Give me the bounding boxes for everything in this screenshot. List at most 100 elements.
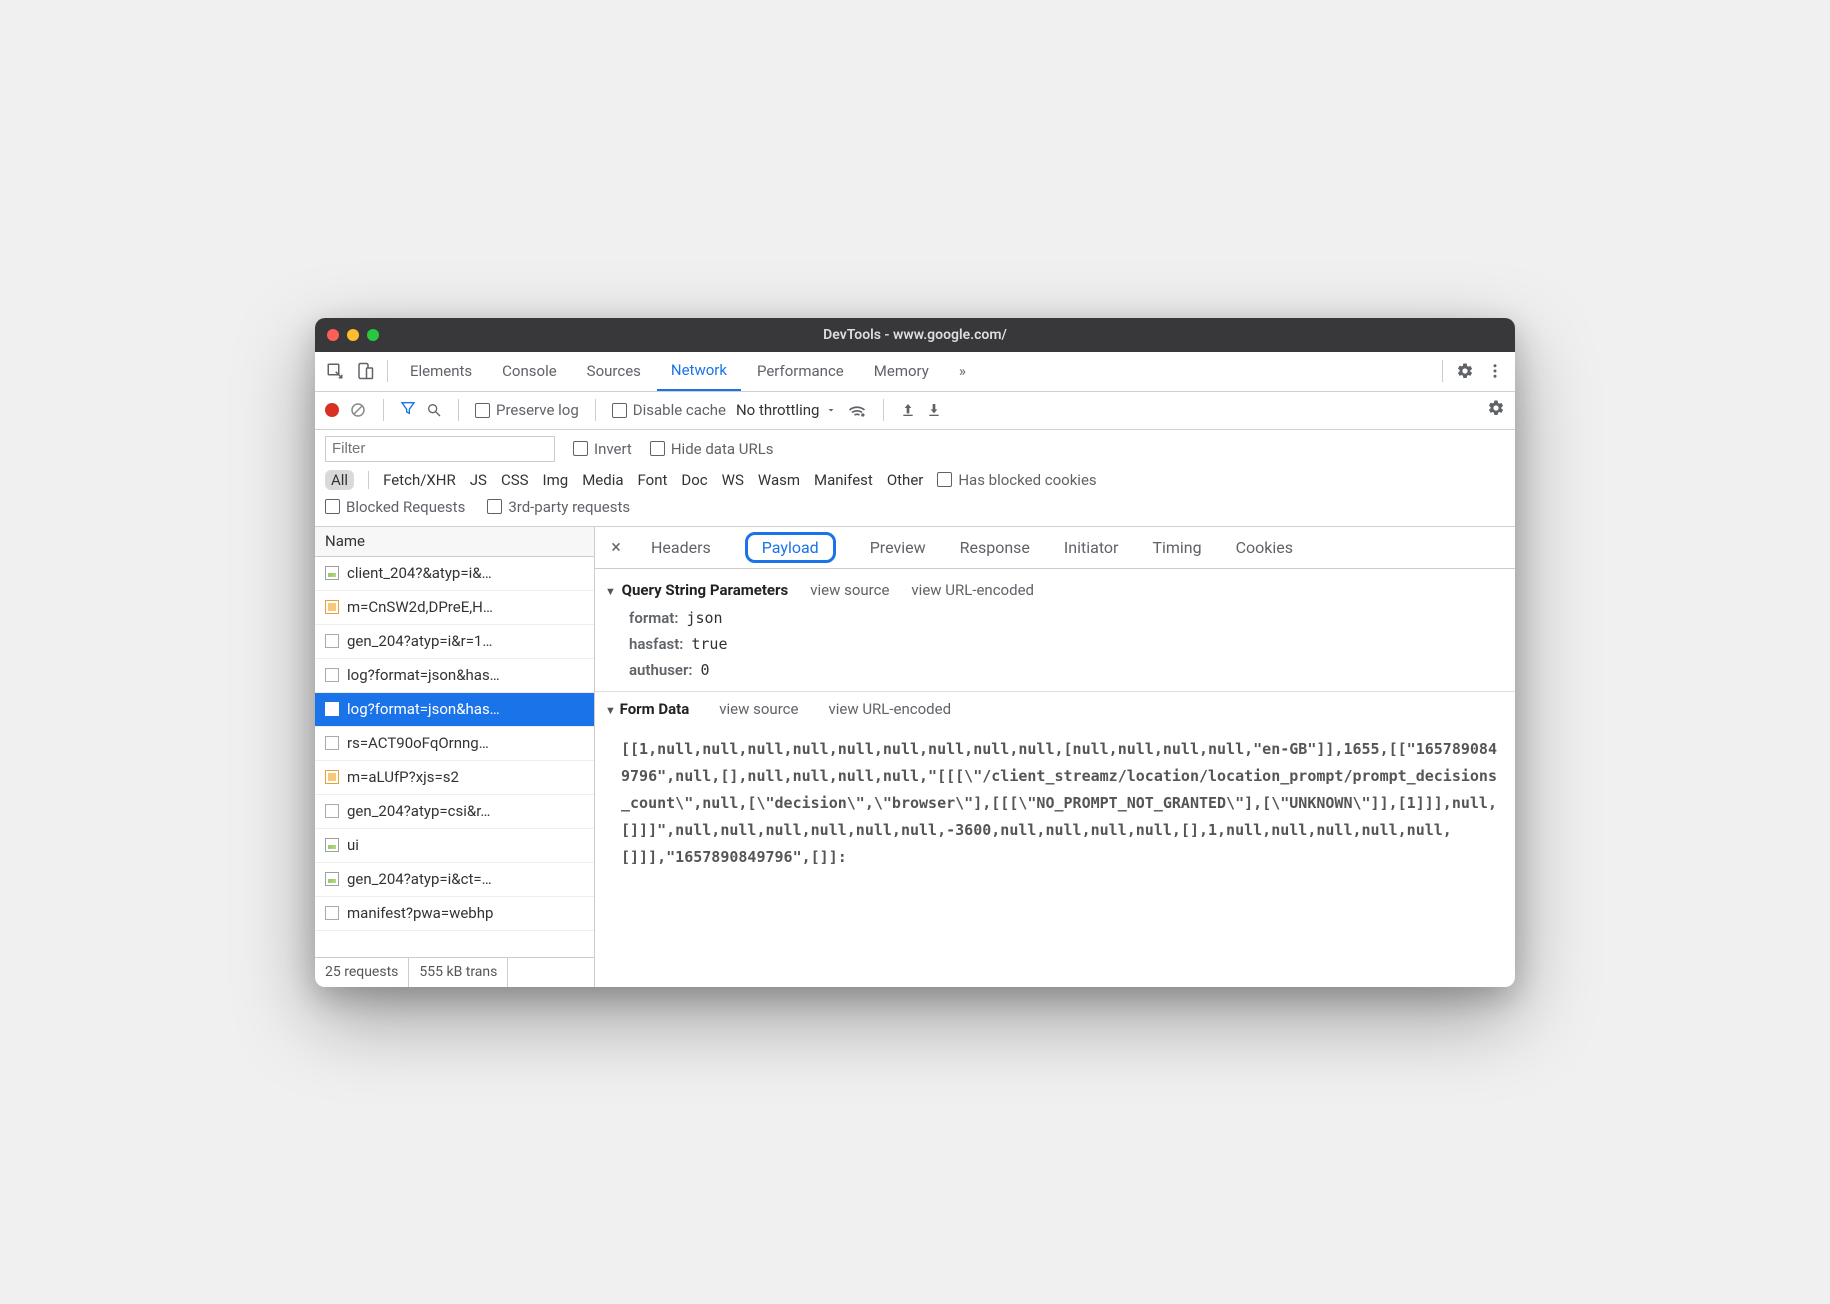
image-file-icon [325,566,339,580]
view-url-encoded-link[interactable]: view URL-encoded [828,700,951,718]
request-row[interactable]: client_204?&atyp=i&… [315,557,594,591]
upload-har-icon[interactable] [900,402,916,418]
chip-css[interactable]: CSS [501,471,529,489]
chip-manifest[interactable]: Manifest [814,471,873,489]
tab-console[interactable]: Console [488,351,571,391]
request-row[interactable]: gen_204?atyp=i&ct=… [315,863,594,897]
clear-icon[interactable] [349,401,367,419]
chip-img[interactable]: Img [543,471,569,489]
device-toolbar-icon[interactable] [351,357,379,385]
request-row[interactable]: log?format=json&has… [315,693,594,727]
query-param-row: authuser:0 [595,657,1515,683]
separator [595,399,596,421]
request-list: Name client_204?&atyp=i&…m=CnSW2d,DPreE,… [315,527,595,987]
inspect-element-icon[interactable] [321,357,349,385]
separator [368,471,369,489]
filter-bar: Invert Hide data URLs All Fetch/XHR JS C… [315,430,1515,527]
request-list-header[interactable]: Name [315,527,594,557]
search-icon[interactable] [426,402,442,418]
param-key: format: [629,609,678,627]
chip-other[interactable]: Other [887,471,924,489]
minimize-window-button[interactable] [347,329,359,341]
detail-tab-cookies[interactable]: Cookies [1224,534,1305,561]
document-file-icon [325,702,339,716]
network-conditions-icon[interactable] [847,400,867,420]
script-file-icon [325,600,339,614]
third-party-checkbox[interactable]: 3rd-party requests [487,498,630,516]
chip-doc[interactable]: Doc [681,471,707,489]
detail-tab-headers[interactable]: Headers [639,534,723,561]
chip-js[interactable]: JS [470,471,487,489]
request-row[interactable]: gen_204?atyp=csi&r… [315,795,594,829]
request-row[interactable]: log?format=json&has… [315,659,594,693]
has-blocked-cookies-checkbox[interactable]: Has blocked cookies [937,471,1096,489]
chip-wasm[interactable]: Wasm [758,471,800,489]
view-url-encoded-link[interactable]: view URL-encoded [911,581,1034,599]
request-row[interactable]: m=CnSW2d,DPreE,H… [315,591,594,625]
separator [883,399,884,421]
detail-tab-preview[interactable]: Preview [858,534,938,561]
close-detail-icon[interactable]: × [603,537,629,558]
tab-memory[interactable]: Memory [860,351,943,391]
query-params-title: Query String Parameters [622,581,789,599]
request-name: gen_204?atyp=i&ct=… [347,870,492,888]
detail-tab-payload[interactable]: Payload [733,534,848,561]
request-row[interactable]: rs=ACT90oFqOrnng… [315,727,594,761]
settings-gear-icon[interactable] [1451,357,1479,385]
hide-data-urls-label: Hide data URLs [671,440,774,458]
chip-fetch-xhr[interactable]: Fetch/XHR [383,471,456,489]
traffic-lights [327,329,379,341]
download-har-icon[interactable] [926,402,942,418]
document-file-icon [325,634,339,648]
chip-media[interactable]: Media [582,471,623,489]
tab-performance[interactable]: Performance [743,351,858,391]
detail-tabs: × Headers Payload Preview Response Initi… [595,527,1515,569]
form-data-section[interactable]: ▼ Form Data view source view URL-encoded [595,691,1515,726]
record-button[interactable] [325,403,339,417]
detail-tab-initiator[interactable]: Initiator [1052,534,1131,561]
detail-tab-response[interactable]: Response [948,534,1042,561]
request-name: gen_204?atyp=i&r=1… [347,632,492,650]
tab-network[interactable]: Network [657,351,741,391]
tab-elements[interactable]: Elements [396,351,486,391]
document-file-icon [325,906,339,920]
tab-overflow[interactable]: » [945,351,980,391]
document-file-icon [325,736,339,750]
request-row[interactable]: gen_204?atyp=i&r=1… [315,625,594,659]
filter-input[interactable] [325,436,555,462]
disclosure-triangle-icon: ▼ [605,704,616,717]
preserve-log-checkbox[interactable]: Preserve log [475,401,579,419]
chip-ws[interactable]: WS [722,471,744,489]
param-value: json [686,609,722,627]
preserve-log-label: Preserve log [496,401,579,419]
view-source-link[interactable]: view source [719,700,798,718]
request-name: log?format=json&has… [347,700,500,718]
param-value: true [691,635,727,653]
request-row[interactable]: m=aLUfP?xjs=s2 [315,761,594,795]
throttling-select[interactable]: No throttling [736,401,837,419]
kebab-menu-icon[interactable] [1481,357,1509,385]
form-data-title: Form Data [620,700,690,718]
panel-tabs: Elements Console Sources Network Perform… [315,352,1515,392]
invert-checkbox[interactable]: Invert [573,440,632,458]
filter-funnel-icon[interactable] [400,400,416,420]
tab-sources[interactable]: Sources [573,351,655,391]
disable-cache-checkbox[interactable]: Disable cache [612,401,726,419]
close-window-button[interactable] [327,329,339,341]
view-source-link[interactable]: view source [810,581,889,599]
query-params-section[interactable]: ▼ Query String Parameters view source vi… [595,575,1515,605]
request-row[interactable]: manifest?pwa=webhp [315,897,594,931]
chip-font[interactable]: Font [638,471,668,489]
param-key: authuser: [629,661,692,679]
request-row[interactable]: ui [315,829,594,863]
hide-data-urls-checkbox[interactable]: Hide data URLs [650,440,774,458]
blocked-requests-checkbox[interactable]: Blocked Requests [325,498,465,516]
request-name: m=aLUfP?xjs=s2 [347,768,459,786]
detail-tab-timing[interactable]: Timing [1140,534,1213,561]
devtools-window: DevTools - www.google.com/ Elements Cons… [315,318,1515,987]
request-name: gen_204?atyp=csi&r… [347,802,490,820]
zoom-window-button[interactable] [367,329,379,341]
chip-all[interactable]: All [325,470,354,490]
disclosure-triangle-icon: ▼ [605,585,616,598]
network-settings-gear-icon[interactable] [1487,399,1505,421]
